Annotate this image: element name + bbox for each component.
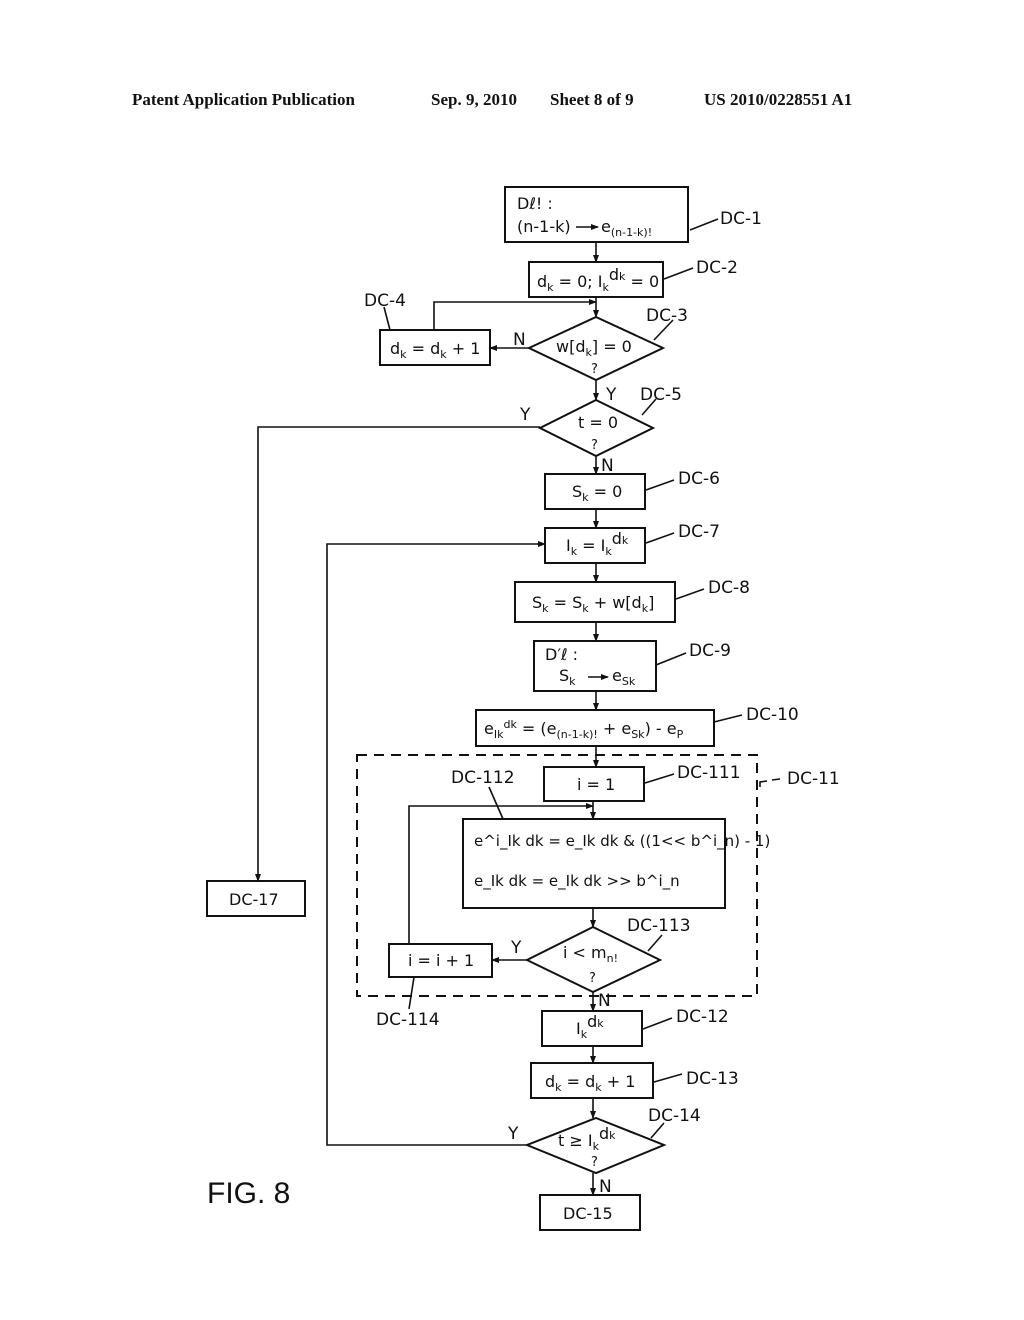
dc9-output: eSk: [612, 666, 636, 688]
dc9-input: Sk: [559, 666, 576, 688]
ref-dc113: DC-113: [627, 916, 691, 936]
dc1-line2-output: e(n-1-k)!: [601, 217, 652, 239]
ref-dc5: DC-5: [640, 385, 682, 405]
branch-no-dc14: N: [599, 1177, 612, 1197]
ref-dc7: DC-7: [678, 522, 720, 542]
branch-no-dc113: N: [598, 991, 611, 1011]
dc6-text: Sk = 0: [572, 482, 622, 504]
dc7-text: Ik = Ikdk: [566, 529, 629, 558]
dc12-text: Ikdk: [576, 1012, 604, 1041]
branch-no-dc5: N: [601, 456, 614, 476]
ref-dc111: DC-111: [677, 763, 741, 783]
ref-dc9: DC-9: [689, 641, 731, 661]
dc112-line1: e^i_Ik dk = e_Ik dk & ((1<< b^i_n) - 1): [474, 832, 770, 851]
ref-dc6: DC-6: [678, 469, 720, 489]
branch-yes-dc113: Y: [510, 938, 522, 958]
dc17-text: DC-17: [229, 890, 279, 909]
connectors: [255, 218, 781, 1196]
ref-dc13: DC-13: [686, 1069, 739, 1089]
figure-label: FIG. 8: [207, 1177, 290, 1210]
ref-dc112: DC-112: [451, 768, 515, 788]
dc111-text: i = 1: [577, 775, 615, 794]
dc3-question: ?: [591, 362, 598, 377]
dc13-text: dk = dk + 1: [545, 1072, 635, 1094]
ref-dc114: DC-114: [376, 1010, 440, 1030]
dc9-line1: D′ℓ :: [545, 645, 578, 664]
ref-dc8: DC-8: [708, 578, 750, 598]
ref-dc2: DC-2: [696, 258, 738, 278]
ref-dc3: DC-3: [646, 306, 688, 326]
ref-dc11: DC-11: [787, 769, 840, 789]
dc1-line2-input: (n-1-k): [517, 217, 571, 236]
dc2-text: dk = 0; Ikdk = 0: [537, 265, 659, 294]
dc8-text: Sk = Sk + w[dk]: [532, 593, 654, 615]
dc4-text: dk = dk + 1: [390, 339, 480, 361]
branch-yes-dc3: Y: [605, 385, 617, 405]
dc114-text: i = i + 1: [408, 951, 474, 970]
dc14-question: ?: [591, 1155, 598, 1170]
dc10-text: eIkdk = (e(n-1-k)! + eSk) - eP: [484, 718, 684, 741]
ref-dc10: DC-10: [746, 705, 799, 725]
ref-dc14: DC-14: [648, 1106, 701, 1126]
dc1-line1: Dℓ! :: [517, 194, 553, 213]
ref-dc1: DC-1: [720, 209, 762, 229]
dc113-text: i < mn!: [563, 943, 618, 965]
dc113-question: ?: [589, 971, 596, 986]
dc5-question: ?: [591, 438, 598, 453]
flowchart: DC-1 DC-2 DC-3 DC-4 DC-5 DC-6 DC-7 DC-8 …: [206, 186, 840, 1231]
ref-dc4: DC-4: [364, 291, 406, 311]
branch-yes-dc14: Y: [507, 1124, 519, 1144]
dc3-text: w[dk] = 0: [556, 337, 632, 359]
dc5-text: t = 0: [578, 413, 618, 432]
branch-no-dc3: N: [513, 330, 526, 350]
dc112-line2: e_Ik dk = e_Ik dk >> b^i_n: [474, 872, 680, 891]
branch-yes-dc5: Y: [519, 405, 531, 425]
dc14-text: t ≥ Ikdk: [558, 1124, 616, 1153]
dc15-text: DC-15: [563, 1204, 613, 1223]
ref-dc12: DC-12: [676, 1007, 729, 1027]
